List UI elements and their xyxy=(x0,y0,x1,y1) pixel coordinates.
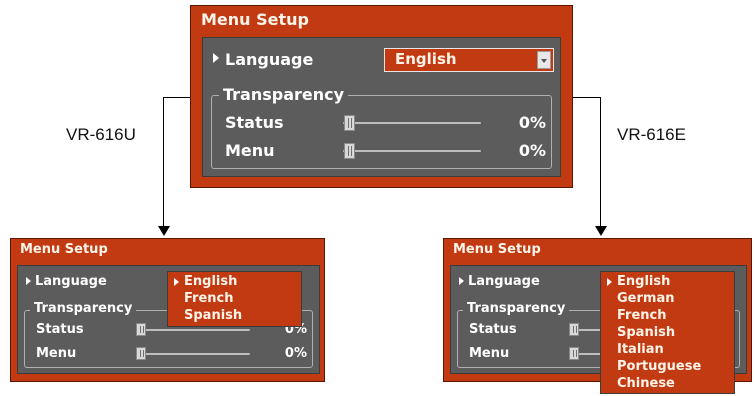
status-label: Status xyxy=(36,322,84,337)
panel-title: Menu Setup xyxy=(453,242,541,257)
language-dropdown[interactable]: English xyxy=(384,48,554,72)
selected-arrow-icon xyxy=(459,277,464,285)
chevron-down-icon[interactable] xyxy=(537,51,551,69)
status-label: Status xyxy=(469,322,517,337)
language-label: Language xyxy=(225,50,314,69)
panel-title: Menu Setup xyxy=(201,10,309,29)
menu-label: Menu xyxy=(469,346,510,361)
menu-slider-thumb[interactable] xyxy=(569,347,579,360)
language-option[interactable]: French xyxy=(617,308,667,323)
status-slider-thumb[interactable] xyxy=(344,115,355,131)
model-label-left: VR-616U xyxy=(66,125,136,144)
selected-arrow-icon xyxy=(174,278,179,286)
connector-right-arrow-icon xyxy=(595,226,607,236)
language-option[interactable]: Portuguese xyxy=(617,359,701,374)
language-label: Language xyxy=(35,274,107,289)
language-option[interactable]: Spanish xyxy=(184,308,242,323)
status-slider-thumb[interactable] xyxy=(569,323,579,336)
language-option[interactable]: English xyxy=(184,274,237,289)
connector-left-vertical xyxy=(163,97,164,226)
menu-value: 0% xyxy=(518,141,546,160)
panel-inner: Language English Transparency Status 0% … xyxy=(202,37,561,177)
selected-arrow-icon xyxy=(607,278,612,286)
menu-label: Menu xyxy=(225,141,275,160)
menu-slider-thumb[interactable] xyxy=(136,347,146,360)
connector-right-horizontal xyxy=(572,97,601,98)
status-slider-thumb[interactable] xyxy=(136,323,146,336)
connector-left-horizontal xyxy=(163,97,190,98)
transparency-label: Transparency xyxy=(463,301,570,316)
language-option[interactable]: Spanish xyxy=(617,325,675,340)
menu-label: Menu xyxy=(36,346,77,361)
menu-value: 0% xyxy=(284,346,307,361)
status-slider-track[interactable] xyxy=(343,122,481,124)
language-options-list[interactable]: English French Spanish xyxy=(167,271,302,327)
menu-slider-track[interactable] xyxy=(136,353,250,355)
status-slider-track[interactable] xyxy=(136,329,250,331)
language-options-list[interactable]: English German French Spanish Italian Po… xyxy=(600,271,735,394)
panel-title: Menu Setup xyxy=(20,242,108,257)
selected-arrow-icon xyxy=(26,277,31,285)
language-option[interactable]: Italian xyxy=(617,342,664,357)
language-dropdown-value: English xyxy=(395,50,457,68)
transparency-label: Transparency xyxy=(219,85,349,104)
selected-arrow-icon xyxy=(213,53,219,63)
model-label-right: VR-616E xyxy=(617,125,686,144)
status-label: Status xyxy=(225,113,284,132)
menu-setup-panel-top: Menu Setup Language English Transparency… xyxy=(190,5,573,188)
status-value: 0% xyxy=(518,113,546,132)
language-option[interactable]: English xyxy=(617,274,670,289)
language-option[interactable]: Chinese xyxy=(617,376,675,391)
language-label: Language xyxy=(468,274,540,289)
connector-right-vertical xyxy=(600,97,601,226)
menu-slider-track[interactable] xyxy=(343,150,481,152)
connector-left-arrow-icon xyxy=(158,226,170,236)
language-option[interactable]: French xyxy=(184,291,234,306)
transparency-label: Transparency xyxy=(30,301,137,316)
language-option[interactable]: German xyxy=(617,291,674,306)
menu-slider-thumb[interactable] xyxy=(344,143,355,159)
